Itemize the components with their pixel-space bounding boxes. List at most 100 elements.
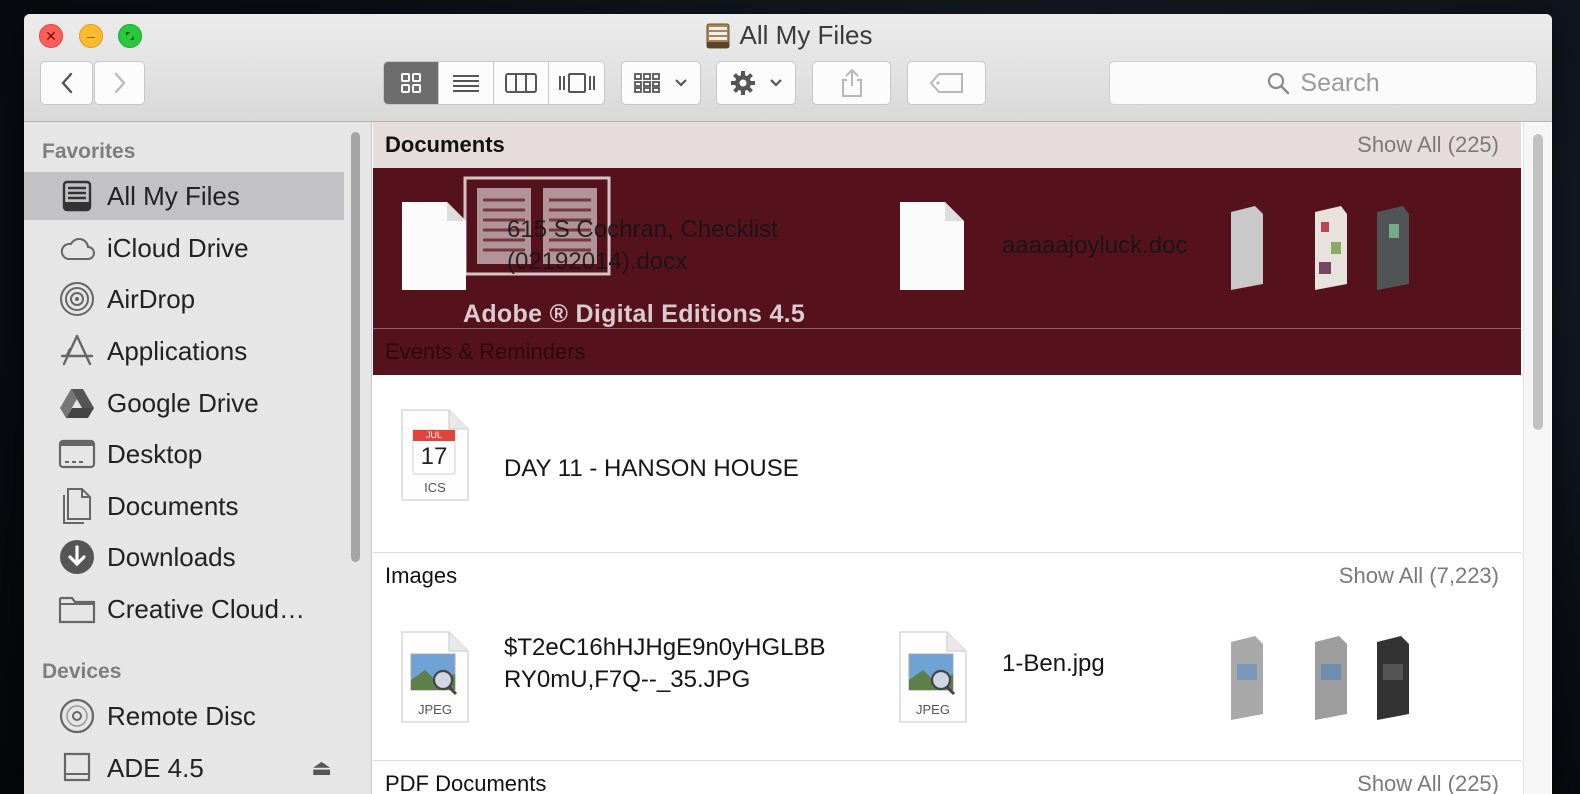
sidebar-item-applications[interactable]: Applications — [24, 327, 344, 375]
gear-icon — [731, 71, 755, 95]
tags-button[interactable] — [907, 61, 986, 105]
sidebar-item-all-my-files[interactable]: All My Files — [24, 172, 344, 220]
disc-icon — [58, 697, 96, 735]
sidebar-item-desktop[interactable]: Desktop — [24, 430, 344, 478]
chevron-left-icon — [60, 72, 72, 94]
show-all-pdf-button[interactable]: Show All (225) — [1357, 771, 1499, 794]
sidebar-item-label: AirDrop — [107, 283, 196, 314]
jpeg-thumbnail-icon[interactable] — [1311, 634, 1351, 720]
sidebar-item-ade[interactable]: ADE 4.5 ⏏ — [24, 744, 344, 792]
sidebar-item-documents[interactable]: Documents — [24, 482, 344, 530]
sidebar-item-icloud-drive[interactable]: iCloud Drive — [24, 224, 344, 272]
sidebar-scrollbar[interactable] — [351, 132, 360, 562]
file-name-hanson-house[interactable]: DAY 11 - HANSON HOUSE — [504, 453, 799, 485]
arrange-button[interactable] — [621, 61, 701, 105]
finder-window: ✕ – All My Files Search Favorites All My… — [24, 14, 1552, 794]
all-my-files-icon — [58, 177, 96, 215]
images-section-header: Images Show All (7,223) — [373, 553, 1521, 599]
calendar-month: JUL — [425, 430, 442, 440]
document-icon[interactable] — [897, 200, 967, 292]
cover-flow-button[interactable] — [549, 62, 604, 104]
file-name-line: (02192014).docx — [507, 248, 688, 275]
section-title: Documents — [385, 132, 505, 157]
documents-section-header: Documents Show All (225) — [373, 122, 1521, 168]
document-thumbnail-icon[interactable] — [1311, 204, 1351, 290]
scrollbar-thumb[interactable] — [1533, 134, 1543, 430]
tag-icon — [929, 73, 963, 93]
window-title: All My Files — [24, 20, 1552, 51]
list-icon — [453, 75, 479, 92]
view-mode-control — [383, 61, 605, 105]
file-extension-label: JPEG — [418, 702, 452, 717]
file-name-line: 615 S Cochran, Checklist — [507, 216, 778, 243]
sidebar-item-google-drive[interactable]: Google Drive — [24, 379, 344, 427]
sidebar-item-label: Applications — [107, 335, 248, 366]
file-name-joyluck[interactable]: aaaaajoyluck.doc — [1002, 230, 1187, 262]
content-scrollbar[interactable] — [1523, 122, 1551, 794]
arrange-icon — [634, 73, 660, 93]
icon-view-button[interactable] — [384, 62, 439, 104]
file-name-checklist[interactable]: 615 S Cochran, Checklist (02192014).docx — [507, 214, 778, 278]
section-title: PDF Documents — [385, 771, 547, 794]
action-button[interactable] — [716, 61, 796, 105]
sidebar-item-label: Remote Disc — [107, 700, 256, 731]
sidebar-item-label: Google Drive — [107, 387, 259, 418]
show-all-documents-button[interactable]: Show All (225) — [1357, 132, 1499, 158]
document-icon[interactable] — [399, 200, 469, 292]
eject-icon[interactable]: ⏏ — [311, 755, 332, 781]
file-name-ebay-image[interactable]: $T2eC16hHJHgE9n0yHGLBB RY0mU,F7Q--_35.JP… — [504, 632, 826, 696]
search-icon — [1268, 72, 1290, 95]
chevron-down-icon — [675, 79, 687, 87]
sidebar-item-label: Downloads — [107, 541, 236, 572]
chevron-right-icon — [114, 72, 126, 94]
sidebar-item-label: Documents — [107, 490, 239, 521]
sidebar-item-remote-disc[interactable]: Remote Disc — [24, 692, 344, 740]
document-thumbnail-icon[interactable] — [1227, 204, 1267, 290]
sidebar-item-label: ADE 4.5 — [107, 752, 204, 783]
sidebar-item-creative-cloud[interactable]: Creative Cloud… — [24, 585, 344, 633]
file-browser: Documents Show All (225) 615 S Cochran, … — [373, 122, 1552, 794]
sidebar-item-label: iCloud Drive — [107, 232, 249, 263]
google-drive-icon — [58, 384, 96, 422]
cloud-icon — [58, 229, 96, 267]
column-view-button[interactable] — [494, 62, 549, 104]
jpeg-thumbnail-icon[interactable] — [1373, 634, 1413, 720]
file-name-ben[interactable]: 1-Ben.jpg — [1002, 648, 1105, 680]
cover-flow-icon — [558, 73, 595, 93]
pdf-section-header: PDF Documents Show All (225) — [373, 761, 1521, 794]
grid-icon — [401, 73, 421, 93]
back-button[interactable] — [40, 61, 93, 105]
document-thumbnail-icon[interactable] — [1373, 204, 1413, 290]
show-all-images-button[interactable]: Show All (7,223) — [1339, 563, 1499, 589]
search-placeholder: Search — [1300, 68, 1380, 97]
columns-icon — [505, 73, 537, 93]
all-my-files-icon — [706, 23, 730, 48]
file-name-line: RY0mU,F7Q--_35.JPG — [504, 666, 751, 693]
chevron-down-icon — [770, 79, 782, 87]
share-button[interactable] — [812, 61, 891, 105]
digital-editions-overlay-text: Adobe ® Digital Editions 4.5 — [463, 300, 806, 328]
sidebar: Favorites All My Files iCloud Drive AirD… — [24, 122, 372, 794]
section-title: Images — [385, 563, 458, 588]
sidebar-item-airdrop[interactable]: AirDrop — [24, 275, 344, 323]
file-extension-label: ICS — [424, 480, 446, 495]
forward-button[interactable] — [94, 61, 145, 105]
ics-file-icon[interactable]: JUL 17 ICS — [399, 408, 471, 502]
jpeg-file-icon[interactable]: JPEG — [399, 630, 471, 724]
sidebar-item-label: Desktop — [107, 438, 203, 469]
documents-icon — [58, 487, 96, 525]
calendar-day: 17 — [420, 443, 448, 470]
file-extension-label: JPEG — [916, 702, 950, 717]
share-icon — [841, 68, 862, 97]
section-title: Events & Reminders — [385, 339, 586, 364]
search-field[interactable]: Search — [1109, 61, 1537, 105]
airdrop-icon — [58, 280, 96, 318]
file-name-line: $T2eC16hHJHgE9n0yHGLBB — [504, 634, 826, 661]
titlebar: ✕ – All My Files Search — [24, 14, 1552, 122]
jpeg-thumbnail-icon[interactable] — [1227, 634, 1267, 720]
sidebar-item-label: Creative Cloud… — [107, 593, 305, 624]
list-view-button[interactable] — [439, 62, 494, 104]
sidebar-item-downloads[interactable]: Downloads — [24, 533, 344, 581]
favorites-heading: Favorites — [42, 140, 136, 163]
jpeg-file-icon[interactable]: JPEG — [897, 630, 969, 724]
